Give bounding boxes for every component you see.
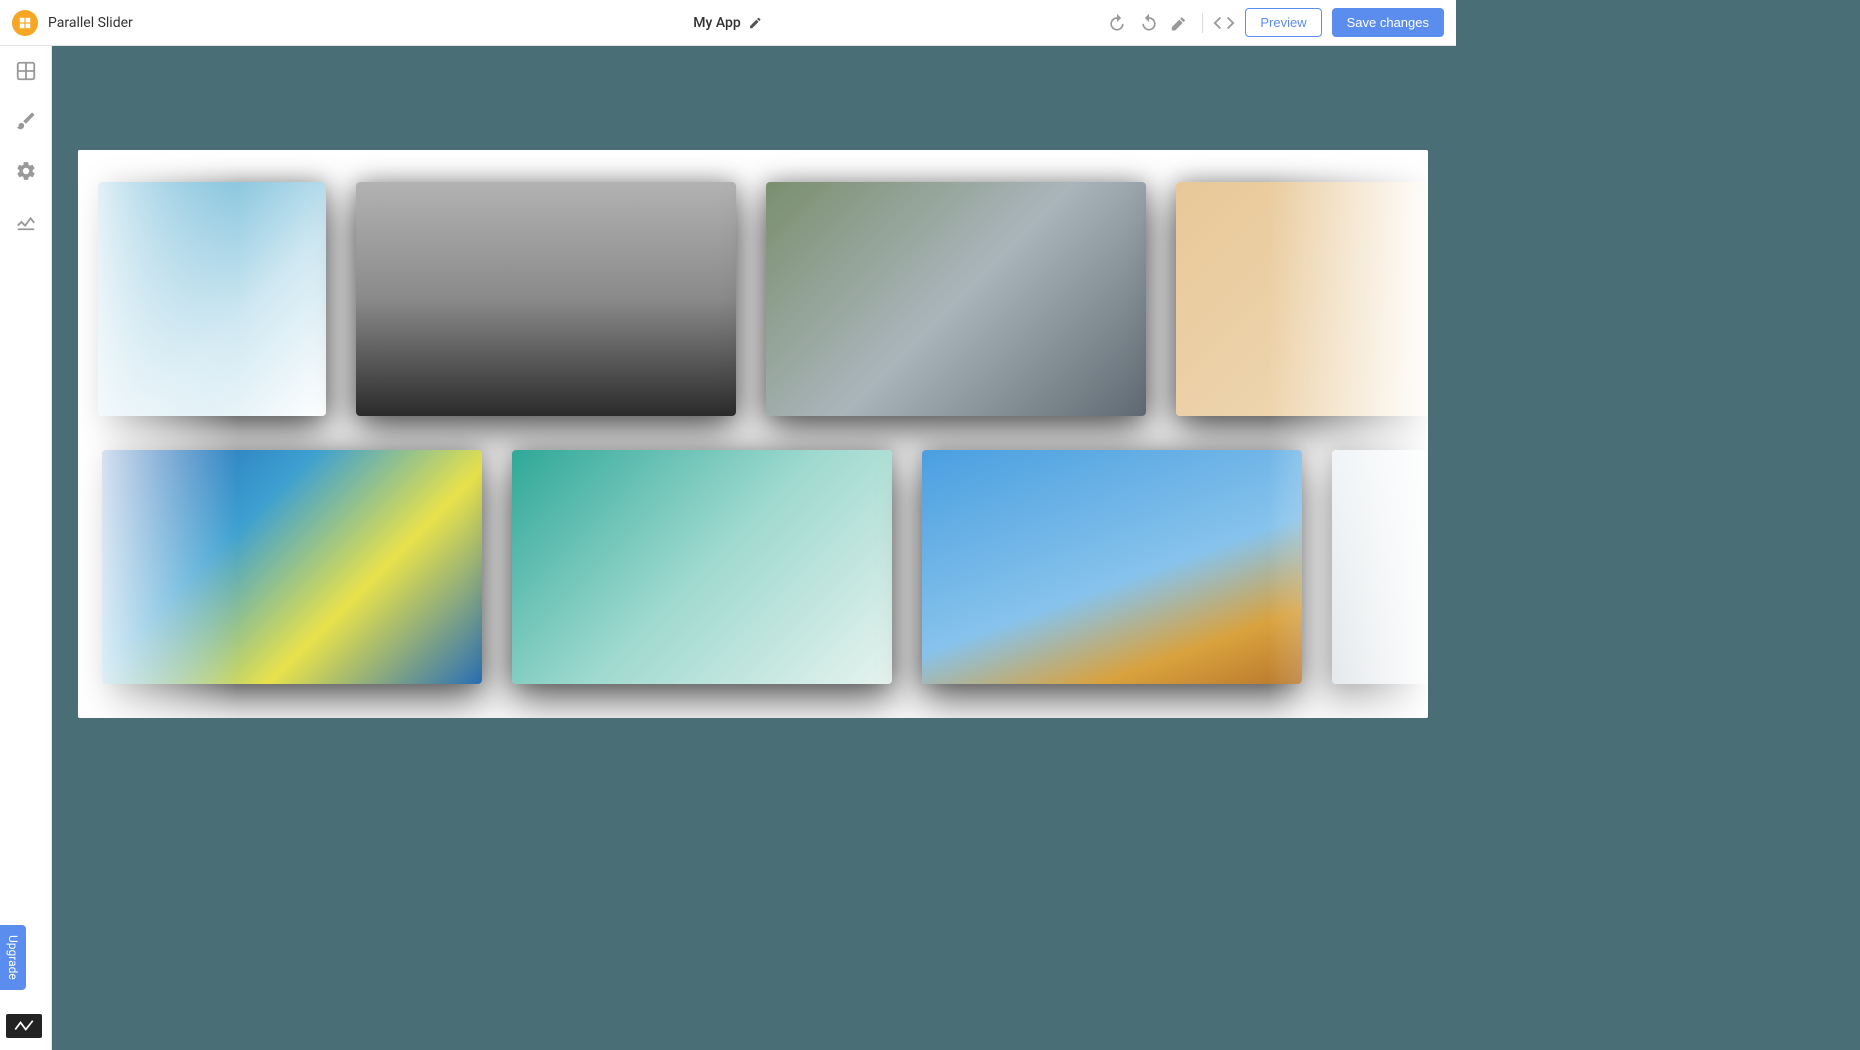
undo-icon [1107,13,1127,33]
widget-title: Parallel Slider [48,15,133,31]
code-button[interactable] [1213,12,1235,34]
slide-image [98,182,326,416]
app-logo[interactable] [12,10,38,36]
sidebar-design-button[interactable] [15,110,37,132]
redo-icon [1139,13,1159,33]
slide-surfer[interactable] [512,450,892,684]
brand-corner-logo[interactable] [6,1014,42,1038]
slide-car-trunk[interactable] [766,182,1146,416]
slide-image [766,182,1146,416]
sidebar-layout-button[interactable] [15,60,37,82]
slide-image [1332,450,1428,684]
toolbar-divider [1202,13,1203,33]
build-button[interactable] [1170,12,1192,34]
slider-row-2 [102,450,1428,684]
top-bar: Parallel Slider My App Preview Save chan… [0,0,1456,46]
parallel-slider-widget[interactable] [78,150,1428,718]
undo-button[interactable] [1106,12,1128,34]
app-title[interactable]: My App [693,15,740,31]
canvas-area[interactable] [52,46,1860,1050]
hammer-icon [1171,13,1191,33]
slide-image [512,450,892,684]
slide-carousel-ride[interactable] [922,450,1302,684]
sidebar-analytics-button[interactable] [15,210,37,232]
brand-icon [13,1019,35,1033]
preview-button[interactable]: Preview [1245,8,1321,37]
slide-dog-glasses[interactable] [356,182,736,416]
redo-button[interactable] [1138,12,1160,34]
left-sidebar [0,46,52,1050]
analytics-icon [15,210,37,232]
code-icon [1213,12,1235,34]
save-button[interactable]: Save changes [1332,8,1444,37]
slide-image [102,450,482,684]
grid-logo-icon [18,16,32,30]
slide-swing[interactable] [98,182,326,416]
slide-holi-festival[interactable] [102,450,482,684]
slide-image [922,450,1302,684]
gear-icon [15,160,37,182]
layout-icon [15,60,37,82]
slide-image [356,182,736,416]
topbar-left: Parallel Slider [12,10,133,36]
slider-row-1 [98,182,1428,416]
sidebar-settings-button[interactable] [15,160,37,182]
slide-beach-couple[interactable] [1332,450,1428,684]
brush-icon [15,110,37,132]
topbar-center: My App [693,15,762,31]
topbar-right: Preview Save changes [1106,8,1444,37]
slide-image [1176,182,1428,416]
upgrade-tab[interactable]: Upgrade [0,925,26,990]
pencil-icon[interactable] [749,16,763,30]
slide-friends-sunset[interactable] [1176,182,1428,416]
